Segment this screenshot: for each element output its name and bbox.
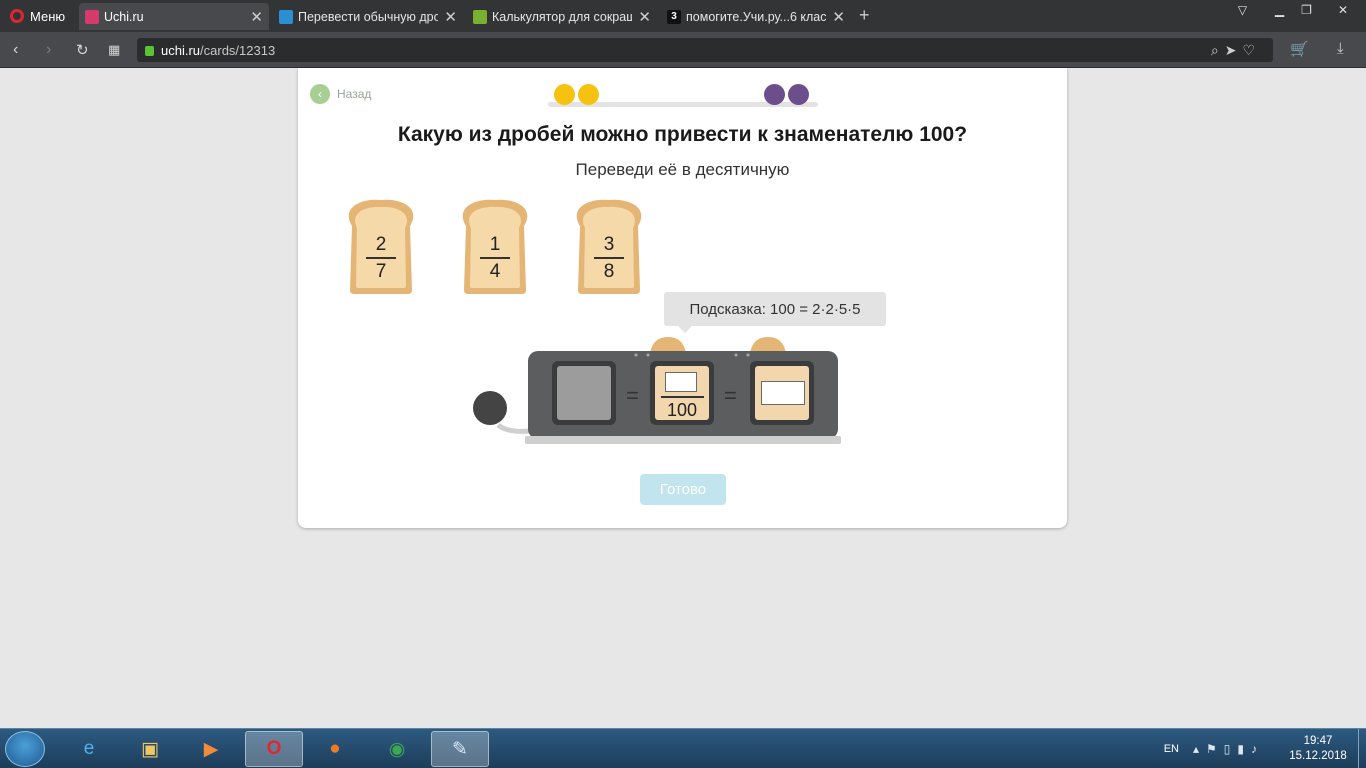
opera-taskbar-icon[interactable]: O — [245, 731, 303, 767]
minimize-icon[interactable]: ▁ — [1266, 0, 1293, 20]
filter-icon[interactable]: ▽ — [1229, 0, 1256, 20]
numerator-input[interactable] — [665, 372, 697, 392]
opera-logo-icon — [10, 9, 24, 23]
clock[interactable]: 19:47 15.12.2018 — [1278, 734, 1358, 764]
maximize-icon[interactable]: ❐ — [1293, 0, 1320, 20]
tab-calculator[interactable]: Калькулятор для сокращ ✕ — [467, 3, 657, 30]
ready-button[interactable]: Готово — [640, 474, 726, 505]
network-flag-icon[interactable]: ⚑ — [1206, 742, 1224, 756]
fraction-bar — [480, 257, 510, 259]
url-path: /cards/12313 — [200, 42, 276, 58]
show-desktop-button[interactable] — [1358, 729, 1366, 768]
tab-title: Калькулятор для сокращ — [492, 9, 633, 24]
empty-fraction-slot[interactable] — [552, 361, 616, 425]
explorer-folder-icon[interactable]: ▣ — [121, 731, 179, 767]
fraction-bar — [594, 257, 624, 259]
heart-icon[interactable]: ♡ — [1242, 42, 1261, 58]
tray-icons: ▴⚑▯▮♪ — [1193, 742, 1264, 756]
language-indicator[interactable]: EN — [1164, 743, 1179, 755]
chevron-left-icon: ‹ — [310, 84, 330, 104]
close-tab-icon[interactable]: ✕ — [250, 8, 263, 26]
tab-pomogite[interactable]: 3 помогите.Учи.ру...6 класс ✕ — [661, 3, 851, 30]
progress-dot-pending — [764, 84, 785, 105]
forward-arrow-icon[interactable]: › — [46, 41, 51, 59]
numerator: 3 — [603, 234, 615, 255]
signal-icon[interactable]: ▮ — [1237, 742, 1251, 756]
equals-sign: = — [626, 383, 639, 408]
decimal-slot — [750, 361, 814, 425]
task-card: ‹ Назад Какую из дробей можно привести к… — [298, 68, 1067, 528]
denominator: 7 — [375, 261, 387, 282]
windows-taskbar: e ▣ ▶ O ● ◉ ✎ EN ▴⚑▯▮♪ 19:47 15.12.2018 — [0, 728, 1366, 768]
search-icon[interactable]: ⌕ — [1211, 42, 1225, 58]
download-icon[interactable]: ⤓ — [1337, 40, 1344, 57]
new-tab-icon[interactable]: + — [859, 5, 870, 26]
browser-tabbar: Меню Uchi.ru ✕ Перевести обычную дро ✕ К… — [0, 0, 1366, 32]
clock-date: 15.12.2018 — [1289, 750, 1347, 762]
fraction-bar — [366, 257, 396, 259]
numerator: 1 — [489, 234, 501, 255]
ie-icon[interactable]: e — [60, 731, 118, 767]
tab-title: Перевести обычную дро — [298, 9, 439, 24]
send-icon[interactable]: ➤ — [1225, 42, 1243, 58]
hint-tooltip: Подсказка: 100 = 2·2·5·5 — [664, 292, 886, 333]
firefox-icon[interactable]: ● — [306, 731, 364, 767]
reload-icon[interactable]: ↻ — [76, 41, 89, 59]
fraction-bread-1[interactable]: 2 7 — [346, 198, 416, 296]
toaster-machine: = 100 = — [468, 333, 888, 453]
progress-dot-done — [578, 84, 599, 105]
close-window-icon[interactable]: ✕ — [1320, 0, 1366, 20]
question-subtitle: Переведи её в десятичную — [575, 160, 790, 179]
volume-icon[interactable]: ♪ — [1251, 742, 1264, 756]
equals-sign: = — [724, 383, 737, 408]
site-favicon-icon — [279, 9, 293, 24]
fraction-bread-3[interactable]: 3 8 — [574, 198, 644, 296]
browser-addressbar: ‹ › ↻ ▦ uchi.ru/cards/12313 ⌕➤♡ — [0, 32, 1366, 68]
clock-time: 19:47 — [1303, 735, 1333, 747]
back-label: Назад — [337, 87, 372, 101]
tab-uchi[interactable]: Uchi.ru ✕ — [79, 3, 269, 30]
tab-title: помогите.Учи.ру...6 класс — [686, 9, 827, 24]
media-player-icon[interactable]: ▶ — [182, 731, 240, 767]
denominator: 4 — [489, 261, 501, 282]
device-icon[interactable]: ▯ — [1224, 742, 1238, 756]
close-tab-icon[interactable]: ✕ — [638, 8, 651, 26]
system-tray: EN ▴⚑▯▮♪ 19:47 15.12.2018 — [1164, 729, 1366, 768]
url-action-icons: ⌕➤♡ — [1211, 42, 1261, 59]
progress-dot-done — [554, 84, 575, 105]
fraction-bar — [661, 396, 704, 398]
speed-dial-icon[interactable]: ▦ — [108, 42, 120, 58]
tab-title: Uchi.ru — [104, 9, 144, 24]
show-hidden-icon[interactable]: ▴ — [1193, 742, 1206, 756]
paint-icon[interactable]: ✎ — [431, 731, 489, 767]
numerator: 2 — [375, 234, 387, 255]
question-title: Какую из дробей можно привести к знамена… — [397, 123, 968, 146]
uchi-favicon-icon — [85, 9, 99, 24]
calculator-favicon-icon — [473, 9, 487, 24]
denominator-100: 100 — [666, 400, 698, 420]
back-arrow-icon[interactable]: ‹ — [13, 41, 18, 59]
start-button[interactable] — [5, 731, 45, 767]
hundredths-slot: 100 — [650, 361, 714, 425]
cart-icon[interactable]: 🛒 — [1290, 40, 1309, 58]
menu-label: Меню — [30, 8, 66, 24]
close-tab-icon[interactable]: ✕ — [444, 8, 457, 26]
decimal-input[interactable] — [761, 381, 805, 405]
url-host: uchi.ru — [161, 42, 201, 58]
chrome-icon[interactable]: ◉ — [368, 731, 426, 767]
url-field[interactable]: uchi.ru/cards/12313 ⌕➤♡ — [137, 38, 1273, 62]
lock-icon — [145, 46, 154, 56]
back-button[interactable]: ‹ Назад — [310, 84, 371, 104]
denominator: 8 — [603, 261, 615, 282]
window-controls: ▽ ▁ ❐ ✕ — [1229, 0, 1366, 20]
close-tab-icon[interactable]: ✕ — [832, 8, 845, 26]
fraction-bread-2[interactable]: 1 4 — [460, 198, 530, 296]
znanija-favicon-icon: 3 — [667, 9, 681, 24]
opera-menu-button[interactable]: Меню — [0, 0, 78, 32]
tab-fraction-convert[interactable]: Перевести обычную дро ✕ — [273, 3, 463, 30]
progress-dot-pending — [788, 84, 809, 105]
